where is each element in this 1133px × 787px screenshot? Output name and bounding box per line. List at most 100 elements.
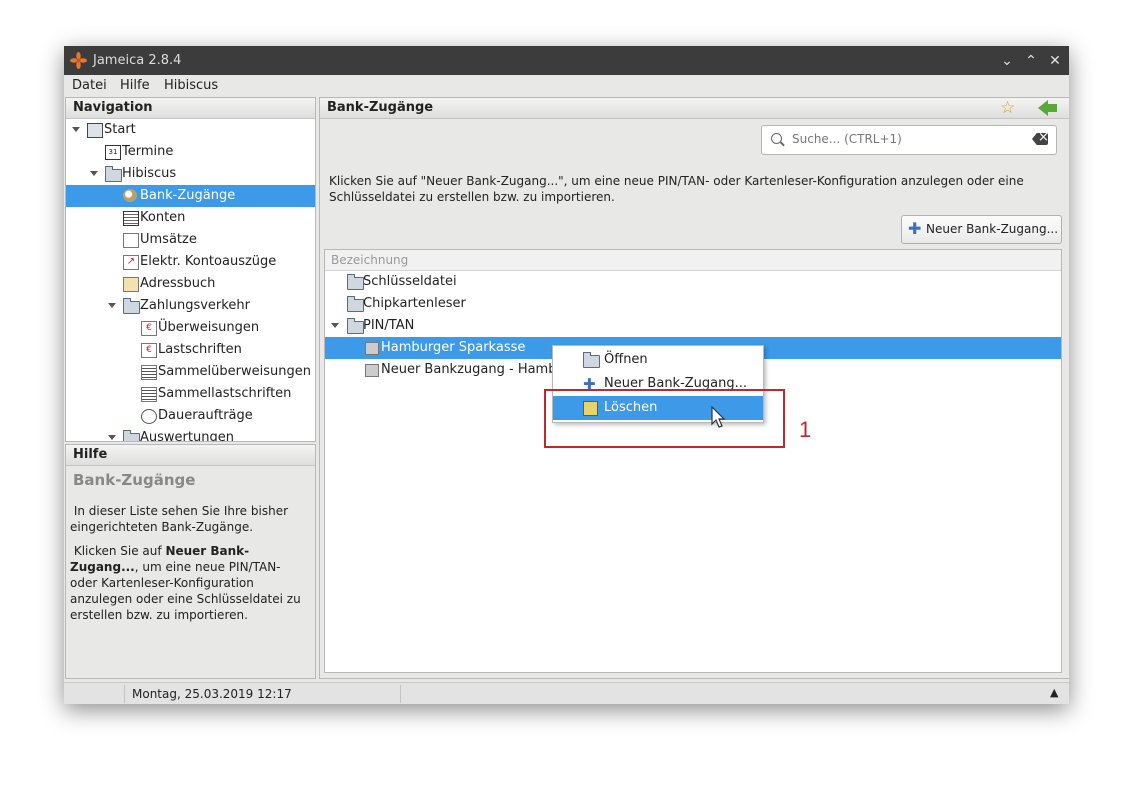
folder-icon (123, 430, 140, 441)
clear-search-icon[interactable] (1032, 133, 1048, 145)
nav-item-start[interactable]: Start (66, 119, 315, 141)
bank-icon (365, 342, 379, 355)
help-panel: Hilfe Bank-Zugänge In dieser Liste sehen… (65, 444, 316, 679)
annotation-number: 1 (799, 417, 812, 442)
folder-icon (123, 298, 140, 314)
nav-label: Termine (122, 144, 174, 159)
nav-item-adressbuch[interactable]: Adressbuch (66, 273, 315, 295)
help-text: Klicken Sie auf (73, 544, 166, 558)
menu-bar: Datei Hilfe Hibiscus (64, 75, 1069, 96)
back-arrow-shaft[interactable] (1047, 104, 1057, 112)
nav-item-auswertungen[interactable]: Auswertungen (66, 427, 315, 442)
nav-label: Zahlungsverkehr (140, 298, 250, 313)
row-label: Neuer Bankzugang - Hambu (381, 362, 565, 377)
transfer-icon: € (141, 321, 157, 336)
folder-icon (347, 274, 364, 290)
tree-row-schluesseldatei[interactable]: Schlüsseldatei (325, 271, 1061, 293)
search-placeholder: Suche... (CTRL+1) (792, 132, 902, 146)
nav-item-zahlungsverkehr[interactable]: Zahlungsverkehr (66, 295, 315, 317)
menu-hibiscus[interactable]: Hibiscus (164, 78, 218, 93)
maximize-icon[interactable]: ⌃ (1021, 51, 1041, 71)
nav-item-sammellastschriften[interactable]: Sammellastschriften (66, 383, 315, 405)
nav-label: Hibiscus (122, 166, 177, 181)
expand-arrow-icon[interactable] (108, 303, 116, 308)
nav-label: Konten (140, 210, 186, 225)
minimize-icon[interactable]: ⌄ (997, 51, 1017, 71)
row-label: Hamburger Sparkasse (381, 340, 526, 355)
row-label: Schlüsseldatei (363, 274, 457, 289)
nav-label: Auswertungen (140, 430, 234, 442)
computer-icon (87, 123, 103, 138)
nav-item-termine[interactable]: 31 Termine (66, 141, 315, 163)
button-label: Neuer Bank-Zugang... (926, 222, 1059, 236)
nav-label: Lastschriften (158, 342, 242, 357)
nav-item-sammelueberweisungen[interactable]: Sammelüberweisungen (66, 361, 315, 383)
nav-item-ueberweisungen[interactable]: € Überweisungen (66, 317, 315, 339)
help-heading: Bank-Zugänge (73, 471, 196, 489)
status-bar: Montag, 25.03.2019 12:17 ▲ (64, 682, 1069, 704)
navigation-title: Navigation (66, 98, 315, 119)
nav-label: Überweisungen (158, 320, 260, 335)
bank-icon (365, 364, 379, 377)
help-text: In dieser Liste sehen Sie Ihre bisher ei… (70, 504, 289, 534)
menu-datei[interactable]: Datei (72, 78, 107, 93)
search-icon (771, 133, 782, 144)
open-folder-icon (583, 352, 600, 368)
status-datetime: Montag, 25.03.2019 12:17 (126, 685, 401, 703)
status-segment (64, 685, 125, 703)
help-panel-title: Hilfe (66, 445, 315, 466)
expand-arrow-icon[interactable] (90, 171, 98, 176)
tree-row-chipkartenleser[interactable]: Chipkartenleser (325, 293, 1061, 315)
nav-label: Sammellastschriften (158, 386, 292, 401)
row-label: PIN/TAN (363, 318, 415, 333)
title-bar: Jameica 2.8.4 ⌄ ⌃ ✕ (64, 46, 1069, 75)
folder-icon (105, 166, 122, 182)
menu-item-label: Öffnen (604, 352, 648, 367)
address-book-icon (123, 277, 139, 292)
folder-icon (347, 318, 364, 334)
calendar-icon: 31 (105, 145, 121, 160)
nav-label: Sammelüberweisungen (158, 364, 311, 379)
direct-debit-icon: € (141, 343, 157, 358)
menu-hilfe[interactable]: Hilfe (120, 78, 150, 93)
batch-debit-icon (141, 387, 157, 402)
annotation-box (544, 389, 785, 448)
nav-item-umsaetze[interactable]: Umsätze (66, 229, 315, 251)
nav-item-hibiscus[interactable]: Hibiscus (66, 163, 315, 185)
jameica-logo-icon (70, 52, 87, 69)
row-label: Chipkartenleser (363, 296, 466, 311)
close-icon[interactable]: ✕ (1045, 51, 1065, 71)
nav-label: Elektr. Kontoauszüge (140, 254, 277, 269)
expand-arrow-icon[interactable] (72, 127, 80, 132)
column-header-bezeichnung[interactable]: Bezeichnung (325, 250, 1061, 271)
help-paragraph-2: Klicken Sie auf Neuer Bank-Zugang..., um… (70, 543, 308, 623)
folder-icon (347, 296, 364, 312)
expand-arrow-icon[interactable] (331, 323, 339, 328)
nav-item-konten[interactable]: Konten (66, 207, 315, 229)
info-text: Klicken Sie auf "Neuer Bank-Zugang...", … (329, 174, 1024, 204)
bookmark-star-icon[interactable]: ☆ (1000, 98, 1015, 118)
batch-transfer-icon (141, 365, 157, 380)
bank-access-table: Bezeichnung Schlüsseldatei Chipkartenles… (324, 249, 1062, 673)
nav-item-dauerauftraege[interactable]: Daueraufträge (66, 405, 315, 427)
nav-item-bank-zugaenge[interactable]: Bank-Zugänge (66, 185, 315, 207)
tree-row-pintan[interactable]: PIN/TAN (325, 315, 1061, 337)
transactions-icon (123, 233, 139, 248)
menu-item-oeffnen[interactable]: Öffnen (553, 348, 763, 372)
nav-label: Adressbuch (140, 276, 216, 291)
nav-label: Start (104, 122, 136, 137)
expand-status-icon[interactable]: ▲ (1050, 686, 1058, 699)
navigation-panel: Navigation Start 31 Termine Hibiscus Ban… (65, 97, 316, 442)
new-bank-access-button[interactable]: ✚ Neuer Bank-Zugang... (901, 215, 1062, 244)
panel-title: Bank-Zugänge (320, 98, 1069, 119)
nav-label: Bank-Zugänge (140, 188, 236, 203)
search-input[interactable]: Suche... (CTRL+1) (761, 125, 1057, 155)
nav-item-lastschriften[interactable]: € Lastschriften (66, 339, 315, 361)
clock-icon (141, 409, 157, 424)
nav-item-kontoauszuege[interactable]: ↗ Elektr. Kontoauszüge (66, 251, 315, 273)
window-title: Jameica 2.8.4 (93, 53, 182, 68)
users-icon (123, 189, 137, 202)
pdf-icon: ↗ (123, 255, 139, 270)
ledger-icon (123, 211, 139, 226)
expand-arrow-icon[interactable] (108, 435, 116, 440)
